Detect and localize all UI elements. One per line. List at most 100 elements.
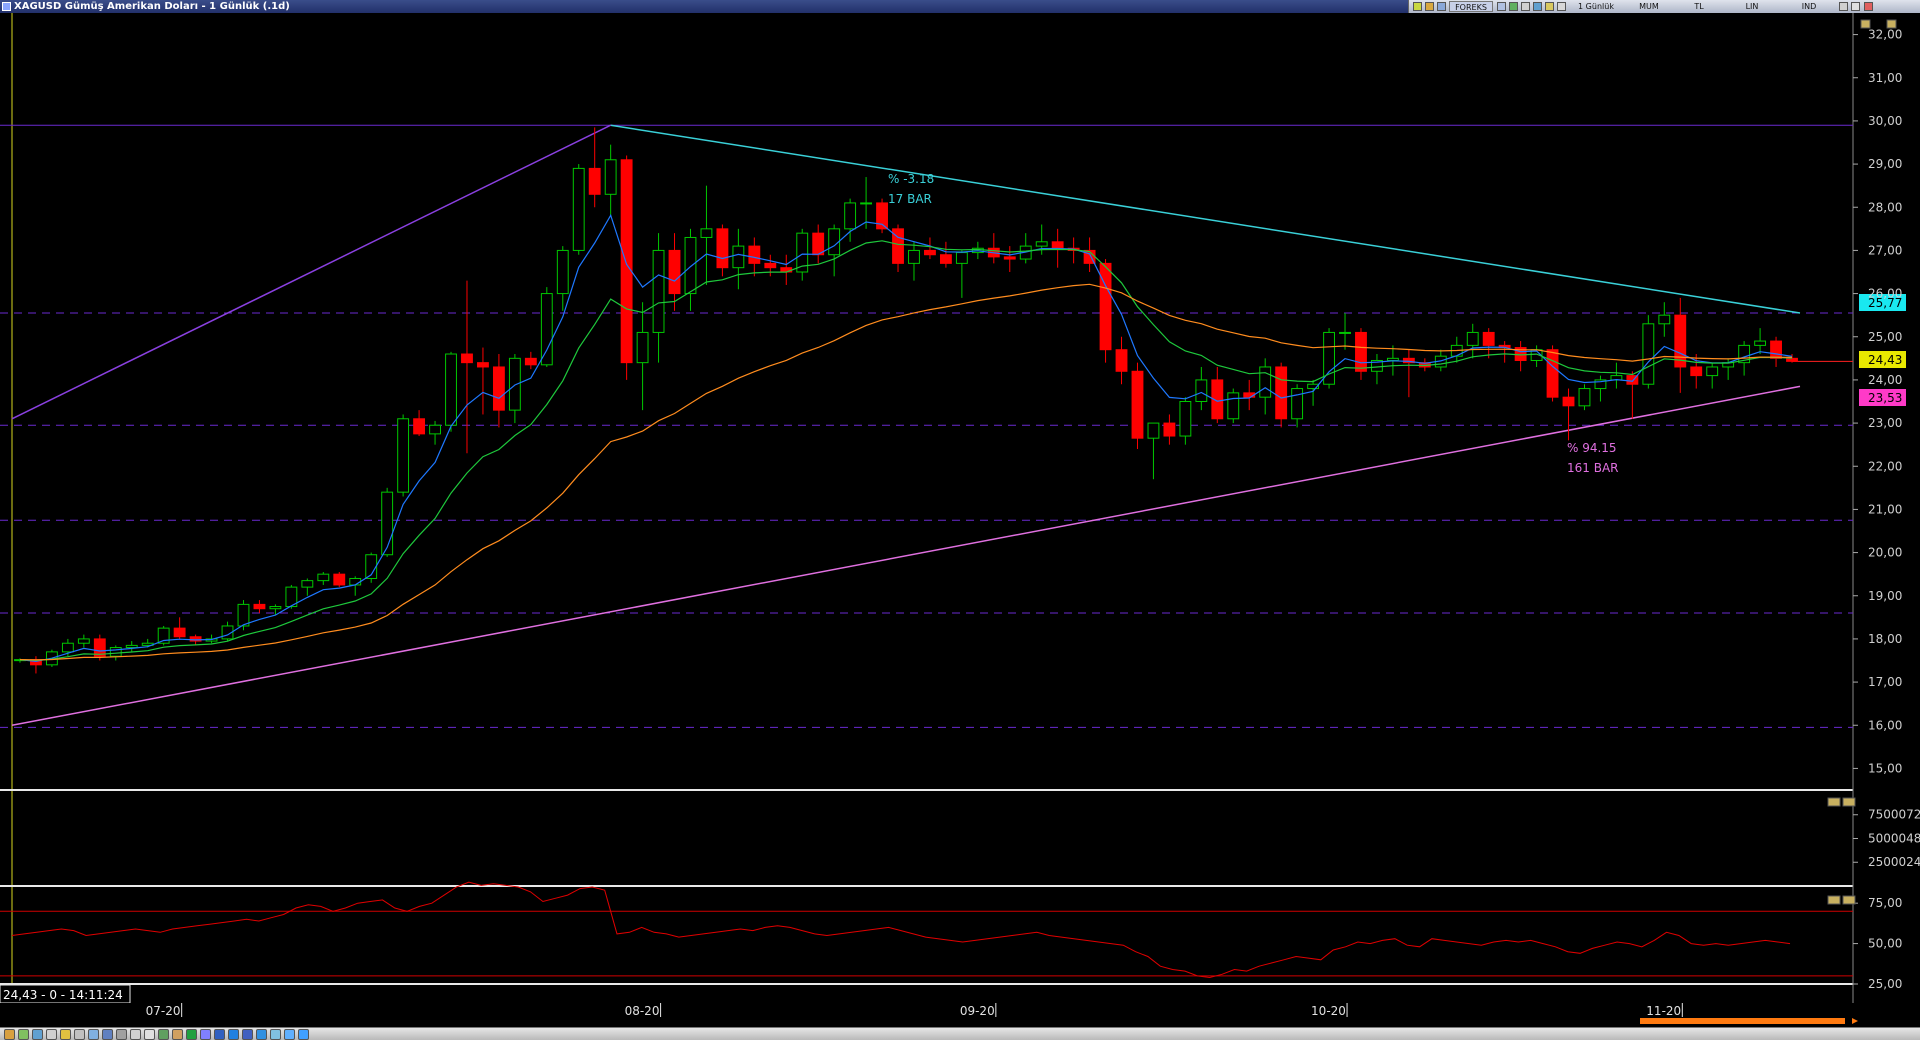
- support-badge-text: 23,53: [1868, 391, 1902, 405]
- scale-selector[interactable]: LIN: [1725, 1, 1779, 12]
- candle-body: [1291, 388, 1304, 420]
- status-tool-icon[interactable]: [74, 1029, 85, 1040]
- rsi-axis-label: 25,00: [1868, 977, 1902, 991]
- candle-body: [604, 159, 617, 195]
- status-tool-icon[interactable]: [228, 1029, 239, 1040]
- price-axis-label: 22,00: [1868, 459, 1902, 473]
- status-tool-icon[interactable]: [200, 1029, 211, 1040]
- upper-annotation-pct: % -3.18: [888, 172, 934, 186]
- candle-body: [109, 647, 122, 657]
- candle-body: [1227, 392, 1240, 420]
- tool-icon-12[interactable]: [1864, 2, 1873, 11]
- app-icon: [2, 2, 11, 11]
- candle-body: [955, 252, 968, 264]
- price-axis-label: 19,00: [1868, 589, 1902, 603]
- tool-icon-5[interactable]: [1509, 2, 1518, 11]
- panel-button: [1842, 797, 1856, 807]
- candle-body: [1035, 241, 1048, 247]
- candle-body: [1355, 331, 1367, 372]
- candle-body: [652, 249, 665, 333]
- status-tool-icon[interactable]: [298, 1029, 309, 1040]
- candle-body: [445, 353, 457, 426]
- period-selector[interactable]: 1 Günlük: [1571, 1, 1621, 12]
- tool-icon-1[interactable]: [1413, 2, 1422, 11]
- candle-body: [1642, 323, 1655, 385]
- status-tool-icon[interactable]: [60, 1029, 71, 1040]
- currency-selector[interactable]: TL: [1677, 1, 1721, 12]
- candle-body: [1179, 401, 1192, 437]
- status-tool-icon[interactable]: [32, 1029, 43, 1040]
- tool-icon-11[interactable]: [1851, 2, 1860, 11]
- status-tool-icon[interactable]: [270, 1029, 281, 1040]
- status-tool-icon[interactable]: [144, 1029, 155, 1040]
- status-tool-icon[interactable]: [186, 1029, 197, 1040]
- status-tool-icon[interactable]: [242, 1029, 253, 1040]
- candle-body: [1562, 396, 1575, 407]
- status-tool-icon[interactable]: [214, 1029, 225, 1040]
- price-axis-label: 17,00: [1868, 675, 1902, 689]
- panel-button: [1827, 895, 1841, 905]
- candle-body: [301, 580, 314, 588]
- candle-body: [333, 573, 346, 586]
- candle-body: [764, 262, 777, 269]
- tool-icon-7[interactable]: [1533, 2, 1542, 11]
- candle-body: [620, 159, 633, 364]
- candle-body: [540, 293, 553, 366]
- tool-icon-6[interactable]: [1521, 2, 1530, 11]
- candle-body: [556, 249, 569, 295]
- price-axis-label: 28,00: [1868, 200, 1902, 214]
- candle-body: [429, 424, 441, 435]
- status-tool-icon[interactable]: [116, 1029, 127, 1040]
- time-axis-label: 11-20: [1646, 1004, 1681, 1018]
- status-tool-icon[interactable]: [130, 1029, 141, 1040]
- indicator-selector[interactable]: IND: [1783, 1, 1835, 12]
- candle-body: [1195, 379, 1208, 402]
- candle-body: [1690, 366, 1703, 377]
- candle-body: [1466, 331, 1479, 346]
- candle-body: [716, 228, 729, 269]
- tool-icon-2[interactable]: [1425, 2, 1434, 11]
- status-tool-icon[interactable]: [158, 1029, 169, 1040]
- candle-body: [1770, 340, 1782, 359]
- candle-body: [1003, 256, 1016, 260]
- cursor-readout: 24,43 - 0 - 14:11:24: [3, 988, 123, 1002]
- tool-icon-4[interactable]: [1497, 2, 1506, 11]
- price-axis-label: 15,00: [1868, 761, 1902, 775]
- forex-button[interactable]: FOREKS: [1449, 1, 1493, 12]
- candle-body: [636, 331, 649, 364]
- tool-icon-8[interactable]: [1545, 2, 1554, 11]
- status-tool-icon[interactable]: [256, 1029, 267, 1040]
- chart-area[interactable]: % -3.18 17 BAR % 94.15 161 BAR 25,77 24,…: [0, 13, 1920, 1027]
- time-scrollbar-thumb: [1640, 1018, 1845, 1024]
- candle-body: [524, 357, 537, 366]
- status-tool-icon[interactable]: [18, 1029, 29, 1040]
- status-tool-icon[interactable]: [172, 1029, 183, 1040]
- candle-body: [1163, 422, 1176, 437]
- tool-icon-9[interactable]: [1557, 2, 1566, 11]
- price-axis-label: 20,00: [1868, 546, 1902, 560]
- status-tool-icon[interactable]: [4, 1029, 15, 1040]
- status-tool-icon[interactable]: [102, 1029, 113, 1040]
- candle-body: [1482, 331, 1495, 346]
- status-tool-icon[interactable]: [46, 1029, 57, 1040]
- upper-trendline: [610, 124, 1801, 314]
- chart-type-selector[interactable]: MUM: [1623, 1, 1675, 12]
- chart-svg[interactable]: % -3.18 17 BAR % 94.15 161 BAR 25,77 24,…: [0, 13, 1920, 1027]
- status-toolbar: [0, 1027, 1920, 1040]
- candle-body: [939, 254, 952, 264]
- price-axis-label: 26,00: [1868, 287, 1902, 301]
- tool-icon-10[interactable]: [1839, 2, 1848, 11]
- volume-axis-label: 5000048: [1868, 831, 1920, 845]
- tool-icon-3[interactable]: [1437, 2, 1446, 11]
- candle-body: [748, 245, 761, 264]
- price-axis-label: 23,00: [1868, 416, 1902, 430]
- status-tool-icon[interactable]: [284, 1029, 295, 1040]
- volume-axis-label: 2500024: [1868, 855, 1920, 869]
- candle-body: [1658, 314, 1671, 325]
- price-axis-label: 24,00: [1868, 373, 1902, 387]
- rsi-axis-label: 50,00: [1868, 937, 1902, 951]
- volume-axis-label: 7500072: [1868, 808, 1920, 822]
- status-tool-icon[interactable]: [88, 1029, 99, 1040]
- candle-body: [237, 603, 250, 627]
- candle-body: [61, 642, 74, 653]
